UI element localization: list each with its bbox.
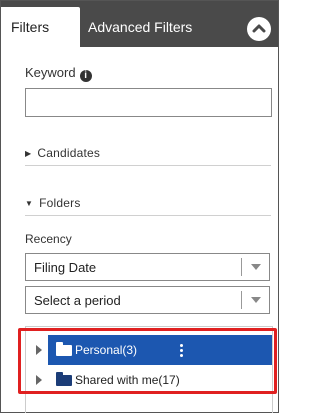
tree-item-shared[interactable]: Shared with me(17) (26, 365, 272, 395)
chevron-down-icon (251, 297, 261, 303)
select-separator (241, 258, 242, 276)
folder-icon (56, 342, 72, 356)
chevron-up-icon (252, 24, 266, 33)
tree-item-personal[interactable]: Personal(3) (26, 335, 272, 365)
divider (25, 165, 271, 166)
section-candidates[interactable]: ▶ Candidates (25, 146, 100, 160)
tab-bar: Filters Advanced Filters (1, 1, 278, 47)
chevron-down-icon (251, 264, 261, 270)
tree-item-label: Personal(3) (75, 343, 138, 357)
folder-icon (56, 372, 72, 386)
select-separator (241, 291, 242, 309)
more-options-icon[interactable] (180, 344, 183, 358)
tab-advanced-filters[interactable]: Advanced Filters (88, 7, 238, 47)
tree-item-label: Shared with me(17) (75, 373, 180, 387)
filters-panel: Filters Advanced Filters Keyword i ▶ Candi… (0, 0, 279, 413)
caret-right-icon: ▶ (25, 149, 32, 158)
expand-arrow-icon[interactable] (36, 345, 42, 355)
recency-sort-value: Filing Date (34, 260, 97, 275)
folder-tree: Personal(3) Shared with me(17) (25, 326, 273, 413)
section-folders[interactable]: ▼ Folders (25, 196, 81, 210)
divider (25, 215, 271, 216)
section-folders-label: Folders (39, 196, 81, 210)
keyword-input[interactable] (25, 88, 272, 117)
collapse-button[interactable] (247, 17, 271, 41)
recency-period-select[interactable]: Select a period (25, 286, 270, 314)
section-candidates-label: Candidates (37, 146, 101, 160)
keyword-label-text: Keyword (25, 65, 76, 80)
keyword-label: Keyword i (25, 65, 92, 82)
expand-arrow-icon[interactable] (36, 375, 42, 385)
tab-filters[interactable]: Filters (1, 7, 80, 47)
info-icon[interactable]: i (79, 70, 92, 82)
recency-label: Recency (25, 232, 72, 246)
caret-down-icon: ▼ (25, 199, 34, 208)
recency-period-value: Select a period (34, 293, 121, 308)
recency-sort-select[interactable]: Filing Date (25, 253, 270, 281)
